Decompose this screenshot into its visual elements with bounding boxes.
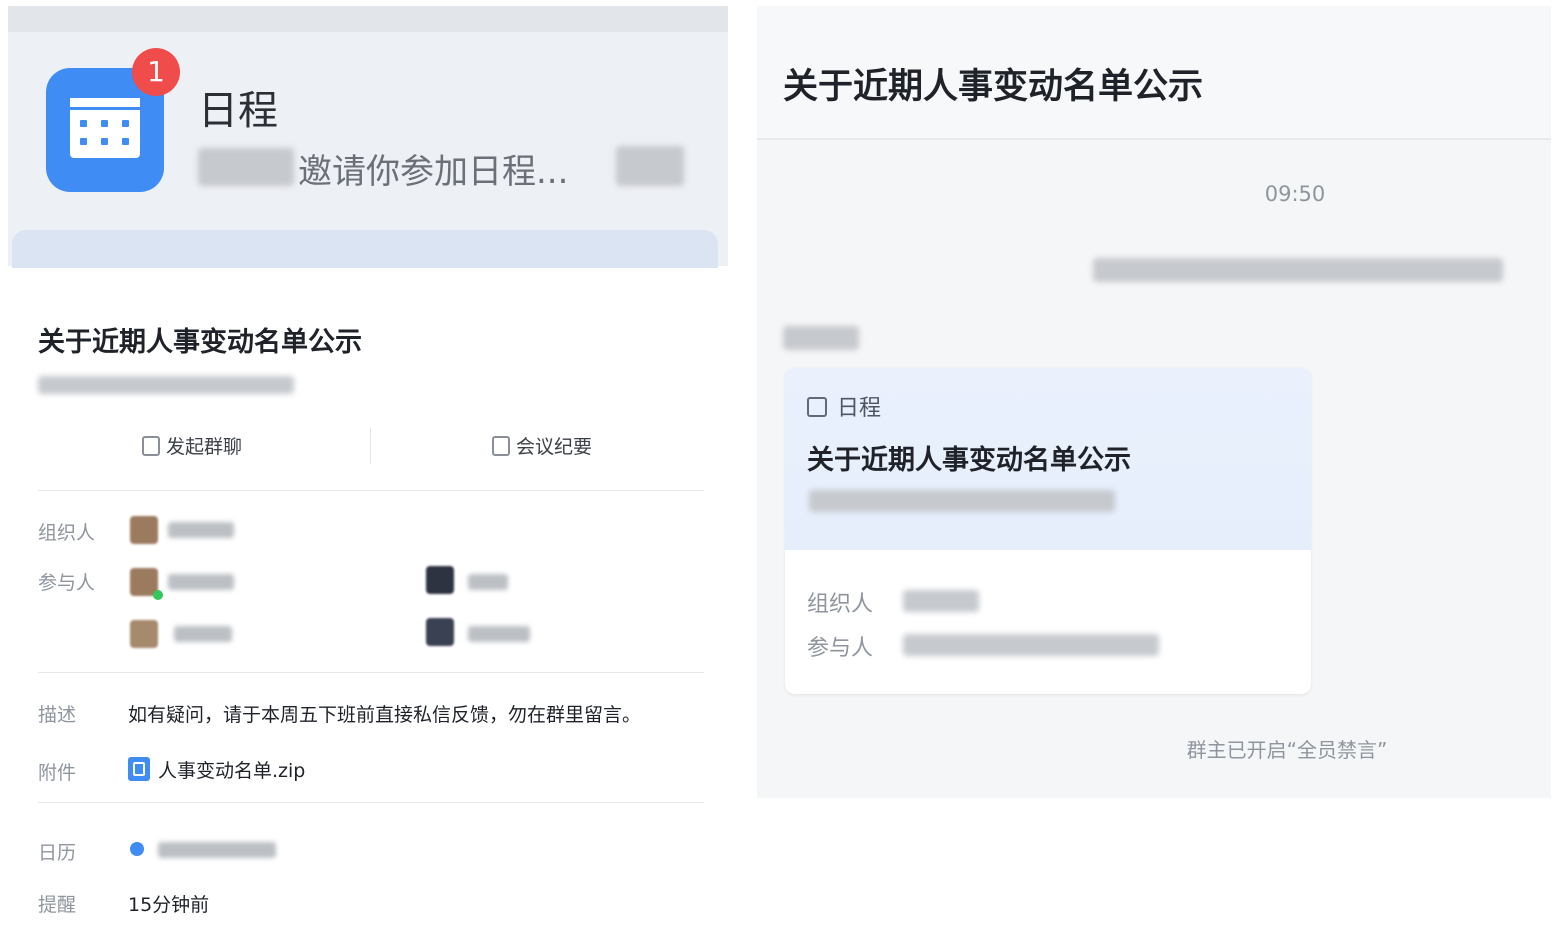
event-detail-card: 关于近期人事变动名单公示 发起群聊 会议纪要 组织人 参与人 描述 如有疑问，请… (8, 268, 728, 946)
document-icon (492, 436, 510, 456)
card-organizer-redacted (903, 590, 979, 612)
event-title: 关于近期人事变动名单公示 (38, 327, 362, 358)
chat-header: 关于近期人事变动名单公示 (757, 6, 1551, 140)
reminder-value[interactable]: 15分钟前 (128, 890, 209, 917)
reminder-label: 提醒 (38, 894, 77, 916)
card-title: 关于近期人事变动名单公示 (807, 445, 1131, 476)
meeting-notes-button[interactable]: 会议纪要 (492, 432, 592, 459)
divider (38, 802, 704, 803)
start-group-chat-label: 发起群聊 (166, 436, 243, 458)
event-actions: 发起群聊 会议纪要 (38, 428, 704, 468)
system-message-redacted (1093, 258, 1503, 282)
notification-title: 日程 (198, 88, 278, 134)
participant-avatar[interactable] (426, 566, 454, 594)
notification-time-redacted (616, 146, 684, 186)
calendar-label: 日历 (38, 842, 77, 864)
notification-banner[interactable]: 1 日程 邀请你参加日程... (8, 6, 728, 290)
participant-name-redacted (174, 626, 232, 642)
calendar-color-dot (130, 842, 144, 856)
sender-name-redacted (198, 148, 294, 186)
schedule-panel: 1 日程 邀请你参加日程... 关于近期人事变动名单公示 发起群聊 会议纪要 组… (8, 6, 728, 946)
online-status-dot (153, 590, 163, 600)
event-description: 如有疑问，请于本周五下班前直接私信反馈，勿在群里留言。 (128, 704, 642, 726)
mute-all-notice: 群主已开启“全员禁言” (1186, 738, 1388, 762)
participant-avatar[interactable] (426, 618, 454, 646)
divider (38, 672, 704, 673)
card-tag: 日程 (807, 390, 881, 422)
message-timestamp: 09:50 (1264, 182, 1326, 206)
group-chat-panel: 关于近期人事变动名单公示 09:50 日程 关于近期人事变动名单公示 组织人 参… (757, 6, 1551, 798)
card-participants-redacted (903, 634, 1159, 656)
card-time-redacted (809, 490, 1115, 512)
organizer-avatar[interactable] (130, 516, 158, 544)
participant-name-redacted (468, 574, 508, 590)
attachment-name: 人事变动名单.zip (158, 760, 306, 782)
card-organizer-label: 组织人 (807, 592, 874, 617)
attachment-label: 附件 (38, 762, 77, 784)
organizer-label: 组织人 (38, 522, 96, 544)
unread-badge: 1 (132, 48, 180, 96)
sender-name-redacted (783, 326, 859, 350)
start-group-chat-button[interactable]: 发起群聊 (142, 432, 242, 459)
organizer-name-redacted (168, 522, 234, 538)
card-header: 日程 关于近期人事变动名单公示 (785, 368, 1311, 550)
card-tag-label: 日程 (837, 396, 882, 421)
attachment-file[interactable]: 人事变动名单.zip (128, 756, 305, 783)
meeting-notes-label: 会议纪要 (516, 436, 593, 458)
chat-bubble-icon (142, 436, 160, 456)
participant-name-redacted (468, 626, 530, 642)
description-label: 描述 (38, 704, 77, 726)
event-time-redacted (38, 376, 294, 394)
action-divider (370, 428, 371, 464)
participant-name-redacted (168, 574, 234, 590)
calendar-icon (807, 397, 827, 417)
participants-label: 参与人 (38, 572, 96, 594)
calendar-icon (70, 98, 140, 158)
zip-file-icon (128, 757, 150, 781)
notification-message: 邀请你参加日程... (298, 152, 569, 192)
participant-avatar[interactable] (130, 620, 158, 648)
card-participants-label: 参与人 (807, 636, 874, 661)
status-bar (8, 6, 728, 32)
chat-title: 关于近期人事变动名单公示 (783, 67, 1204, 107)
schedule-message-card[interactable]: 日程 关于近期人事变动名单公示 组织人 参与人 (785, 368, 1311, 694)
calendar-name-redacted (158, 842, 276, 858)
divider (38, 490, 704, 491)
